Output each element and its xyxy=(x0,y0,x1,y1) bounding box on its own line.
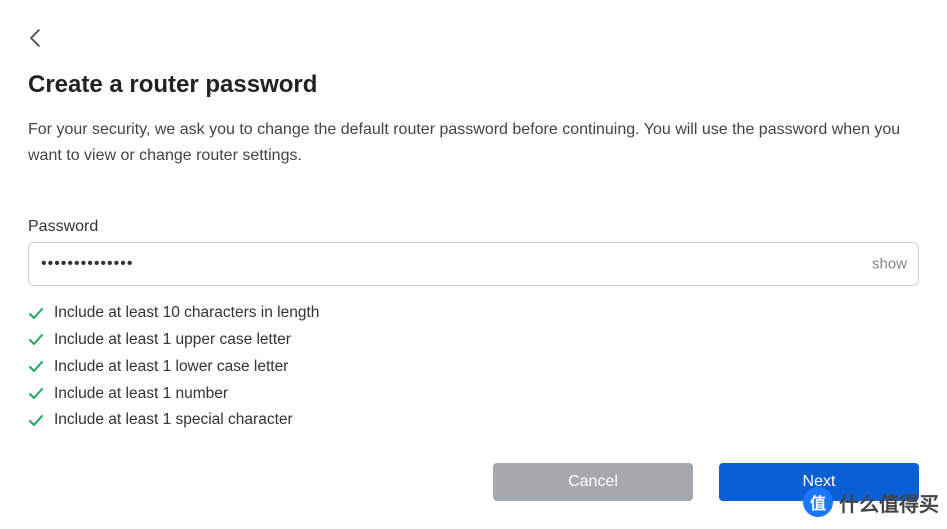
show-password-button[interactable]: show xyxy=(872,256,907,273)
check-icon xyxy=(28,333,44,347)
rule-text: Include at least 1 number xyxy=(54,382,228,407)
password-rule: Include at least 10 characters in length xyxy=(28,300,919,327)
check-icon xyxy=(28,414,44,428)
password-input[interactable] xyxy=(28,242,919,286)
password-rule: Include at least 1 special character xyxy=(28,407,919,434)
password-label: Password xyxy=(28,218,919,236)
button-row: Cancel Next xyxy=(493,463,919,501)
check-icon xyxy=(28,387,44,401)
password-rules-list: Include at least 10 characters in length… xyxy=(28,300,919,434)
page-description: For your security, we ask you to change … xyxy=(28,117,918,168)
cancel-button[interactable]: Cancel xyxy=(493,463,693,501)
password-rule: Include at least 1 upper case letter xyxy=(28,327,919,354)
page-title: Create a router password xyxy=(28,71,919,99)
next-button[interactable]: Next xyxy=(719,463,919,501)
check-icon xyxy=(28,360,44,374)
chevron-left-icon xyxy=(28,28,42,48)
rule-text: Include at least 1 upper case letter xyxy=(54,328,291,353)
rule-text: Include at least 10 characters in length xyxy=(54,301,319,326)
rule-text: Include at least 1 special character xyxy=(54,408,293,433)
rule-text: Include at least 1 lower case letter xyxy=(54,355,288,380)
back-button[interactable] xyxy=(28,28,42,48)
password-rule: Include at least 1 lower case letter xyxy=(28,354,919,381)
password-rule: Include at least 1 number xyxy=(28,381,919,408)
password-input-wrap: show xyxy=(28,242,919,286)
check-icon xyxy=(28,307,44,321)
